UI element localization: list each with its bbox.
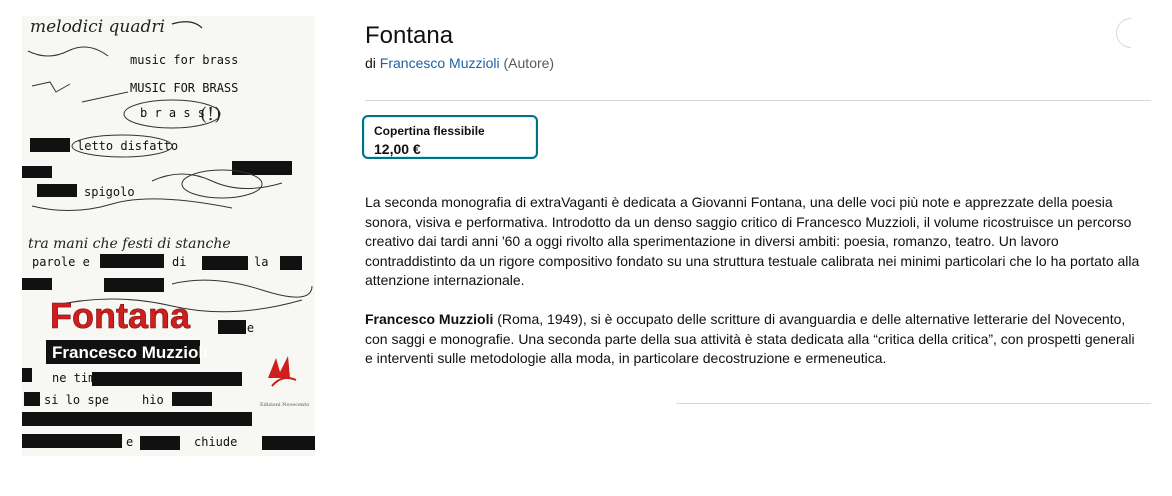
cover-typed-line-7: di bbox=[172, 255, 186, 269]
cover-typed-line-1: music for brass bbox=[130, 53, 238, 67]
cover-typed-line-12: hio bbox=[142, 393, 164, 407]
cover-typed-line-6: parole e bbox=[32, 255, 90, 269]
divider bbox=[365, 100, 1151, 101]
product-description: La seconda monografia di extraVaganti è … bbox=[365, 193, 1145, 388]
cover-typed-line-8: la bbox=[254, 255, 268, 269]
description-paragraph-1: La seconda monografia di extraVaganti è … bbox=[365, 194, 1140, 288]
author-link[interactable]: Francesco Muzzioli bbox=[380, 55, 500, 71]
cover-typed-line-3: b r a s s bbox=[140, 106, 205, 120]
format-option-paperback[interactable]: Copertina flessibile 12,00 € bbox=[362, 115, 538, 159]
svg-text:(!): (!) bbox=[200, 104, 221, 125]
description-paragraph-2: Francesco Muzzioli (Roma, 1949), si è oc… bbox=[365, 310, 1145, 369]
cover-typed-line-10: morte bbox=[218, 321, 254, 335]
share-circle-icon[interactable] bbox=[1109, 11, 1153, 55]
cover-typed-line-2: MUSIC FOR BRASS bbox=[130, 81, 238, 95]
format-price: 12,00 € bbox=[374, 141, 421, 157]
author-role: (Autore) bbox=[503, 55, 555, 71]
cover-typed-line-5: spigolo bbox=[84, 185, 135, 199]
cover-typed-line-13: e bbox=[126, 435, 133, 449]
cover-handwriting-line: tra mani che festi di stanche bbox=[28, 236, 231, 252]
cover-title: Fontana bbox=[50, 295, 191, 336]
book-cover-image[interactable]: melodici quadri music for brass MUSIC FO… bbox=[22, 16, 315, 456]
byline: di Francesco Muzzioli (Autore) bbox=[365, 54, 554, 72]
book-cover-art: melodici quadri music for brass MUSIC FO… bbox=[22, 16, 315, 456]
divider-bottom bbox=[676, 403, 1151, 404]
cover-typed-line-11: si lo spe bbox=[44, 393, 109, 407]
cover-typed-line-4: letto disfatto bbox=[77, 139, 178, 153]
byline-prefix: di bbox=[365, 55, 376, 71]
cover-author: Francesco Muzzioli bbox=[52, 343, 208, 362]
cover-typed-line-14: chiude bbox=[194, 435, 237, 449]
cover-publisher-text: Edizioni Novecento bbox=[260, 402, 309, 408]
cover-handwriting-top: melodici quadri bbox=[30, 17, 165, 37]
product-title: Fontana bbox=[365, 22, 454, 49]
author-bio-name: Francesco Muzzioli bbox=[365, 311, 494, 327]
format-name: Copertina flessibile bbox=[374, 124, 485, 138]
